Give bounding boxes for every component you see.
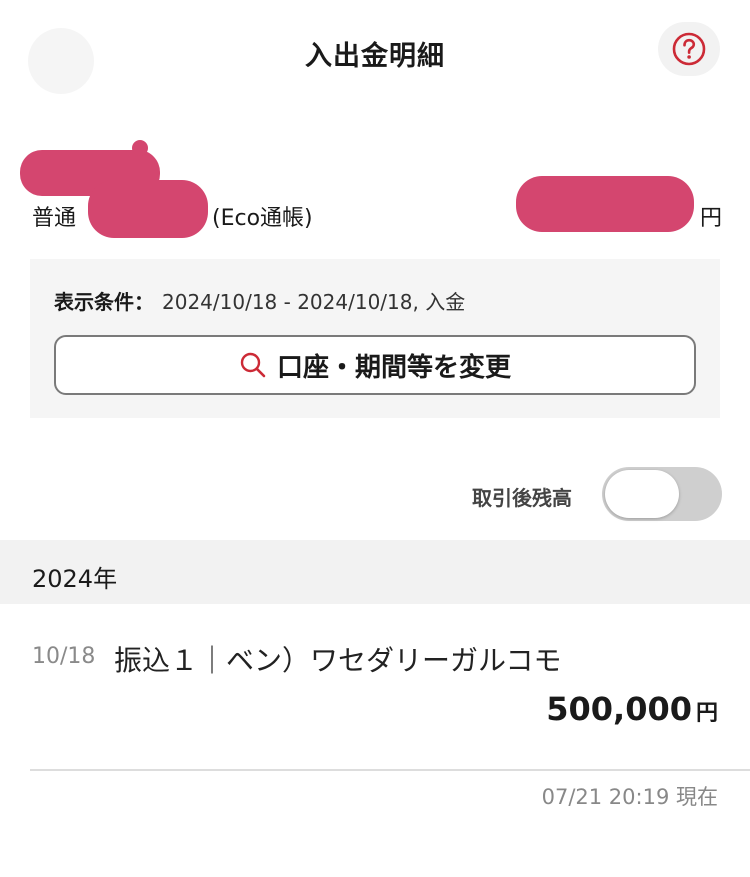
divider xyxy=(30,769,750,771)
account-name: (Eco通帳) xyxy=(212,206,313,231)
change-account-period-button[interactable]: 口座・期間等を変更 xyxy=(54,335,696,395)
display-condition-box: 表示条件： 2024/10/18 - 2024/10/18, 入金 口座・期間等を… xyxy=(30,259,720,418)
transaction-history-screen: 入出金明細 普通 (Eco通帳) 円 表示条件： 2024/10/18 - 202… xyxy=(0,0,750,877)
redacted-account-number xyxy=(88,180,208,238)
change-button-label: 口座・期間等を変更 xyxy=(276,352,511,383)
balance-after-toggle-label: 取引後残高 xyxy=(472,486,572,510)
year-section-header: 2024年 xyxy=(0,540,750,604)
toggle-knob xyxy=(605,470,679,518)
question-circle-icon xyxy=(672,32,706,66)
redacted-balance xyxy=(516,176,694,232)
page-title: 入出金明細 xyxy=(305,41,445,72)
amount-value: 500,000 xyxy=(546,690,692,728)
condition-row: 表示条件： 2024/10/18 - 2024/10/18, 入金 xyxy=(54,286,465,315)
amount-unit: 円 xyxy=(695,701,718,726)
balance-after-toggle[interactable] xyxy=(602,467,722,521)
help-button[interactable] xyxy=(658,22,720,76)
search-icon xyxy=(240,352,266,378)
year-label: 2024年 xyxy=(32,565,118,593)
transaction-row[interactable]: 10/18 振込１｜ベン）ワセダリーガルコモ 500,000 円 xyxy=(0,604,750,771)
condition-value: 2024/10/18 - 2024/10/18, 入金 xyxy=(162,290,466,314)
account-type: 普通 xyxy=(32,206,77,231)
condition-label: 表示条件： xyxy=(54,290,154,314)
transaction-date: 10/18 xyxy=(32,644,96,669)
balance-unit: 円 xyxy=(699,206,722,231)
as-of-timestamp: 07/21 20:19 現在 xyxy=(541,785,718,809)
transaction-description: 振込１｜ベン）ワセダリーガルコモ xyxy=(114,644,562,677)
header: 入出金明細 xyxy=(0,0,750,110)
redacted-bank-name-dot xyxy=(132,140,148,156)
transaction-amount: 500,000 円 xyxy=(546,690,718,728)
